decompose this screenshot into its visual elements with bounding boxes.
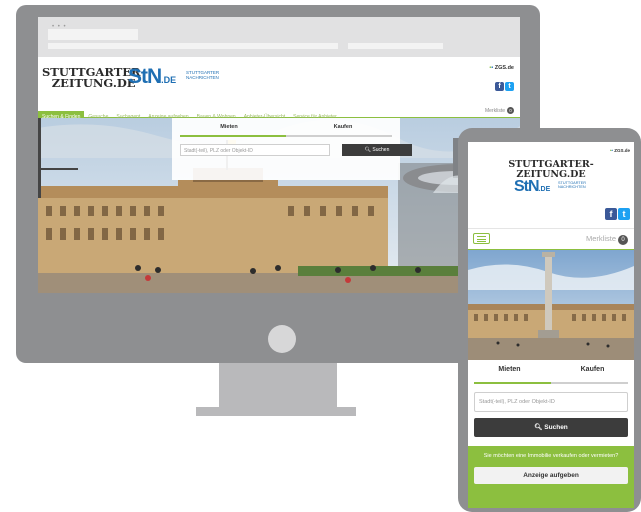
stn-sub-line: NACHRICHTEN xyxy=(558,185,586,189)
menu-line xyxy=(477,241,486,242)
mobile-phone: •• ZGS.de STUTTGARTER- ZEITUNG.DE StN.DE… xyxy=(458,128,641,512)
zgs-link[interactable]: •• ZGS.de xyxy=(610,148,630,153)
tab-kaufen[interactable]: Kaufen xyxy=(286,122,400,132)
menu-line xyxy=(477,236,486,237)
menu-line xyxy=(477,238,486,240)
twitter-icon[interactable]: t xyxy=(618,208,630,220)
merkliste-label: Merkliste xyxy=(585,234,616,243)
main-nav: Suchen & Finden Gesuche Suchagent Anzeige a… xyxy=(38,105,520,123)
monitor-power-indicator xyxy=(268,325,296,353)
search-tabs: Mieten Kaufen xyxy=(468,364,634,384)
browser-tab[interactable] xyxy=(348,43,443,49)
social-links: ft xyxy=(494,75,514,93)
address-bar[interactable] xyxy=(48,29,138,40)
zgs-text: ZGS.de xyxy=(494,65,514,71)
logo-line: ZEITUNG.DE xyxy=(516,168,586,180)
search-button[interactable]: 🔍︎ Suchen xyxy=(474,418,628,437)
zgs-text: ZGS.de xyxy=(614,148,630,153)
stuttgarter-zeitung-logo[interactable]: STUTTGARTER- ZEITUNG.DE xyxy=(468,160,634,179)
phone-notch xyxy=(512,128,576,137)
sell-rent-promo: Sie möchten eine Immobilie verkaufen ode… xyxy=(468,446,634,508)
search-panel: Mieten Kaufen Stadt(-teil), PLZ oder Obj… xyxy=(172,118,412,180)
merkliste-link[interactable]: Merkliste 0 xyxy=(485,105,514,117)
browser-tab[interactable] xyxy=(48,43,338,49)
facebook-icon[interactable]: f xyxy=(605,208,617,220)
twitter-icon[interactable]: t xyxy=(505,82,514,91)
desktop-screen: • • • STUTTGARTER- ZEITUNG.DE StN.DE STU… xyxy=(38,17,520,293)
monitor-stand-neck xyxy=(219,363,337,407)
hamburger-menu-button[interactable] xyxy=(473,233,490,244)
merkliste-link[interactable]: Merkliste 0 xyxy=(586,233,628,245)
search-button-label: Suchen xyxy=(544,424,568,431)
stn-sub-line: NACHRICHTEN xyxy=(186,75,219,80)
stn-logo-sub: STUTTGARTER NACHRICHTEN xyxy=(558,181,586,189)
stn-logo-main: StN xyxy=(128,65,162,88)
zgs-link[interactable]: •• ZGS.de xyxy=(489,65,514,71)
location-search-input[interactable]: Stadt(-teil), PLZ oder Objekt-ID xyxy=(474,392,628,412)
facebook-icon[interactable]: f xyxy=(495,82,504,91)
schlossplatz-column-illustration xyxy=(468,250,634,360)
search-button[interactable]: 🔍︎ Suchen xyxy=(342,144,412,156)
merkliste-count-badge: 0 xyxy=(507,107,514,114)
monitor-stand-foot xyxy=(196,407,356,416)
mobile-screen: •• ZGS.de STUTTGARTER- ZEITUNG.DE StN.DE… xyxy=(468,142,634,508)
browser-bar: • • • xyxy=(38,17,520,57)
tab-kaufen[interactable]: Kaufen xyxy=(551,366,634,373)
post-ad-button[interactable]: Anzeige aufgeben xyxy=(474,467,628,484)
merkliste-label: Merkliste xyxy=(484,108,505,114)
search-tabs: Mieten Kaufen xyxy=(172,122,400,136)
stuttgarter-nachrichten-logo[interactable]: StN.DE STUTTGARTER NACHRICHTEN xyxy=(514,178,586,196)
sell-rent-prompt: Sie möchten eine Immobilie verkaufen ode… xyxy=(483,453,619,459)
search-icon: 🔍︎ xyxy=(364,147,371,153)
stn-logo-de: .DE xyxy=(161,75,177,85)
search-icon: 🔍︎ xyxy=(534,424,543,431)
tab-mieten[interactable]: Mieten xyxy=(468,366,551,373)
stuttgarter-nachrichten-logo[interactable]: StN.DE STUTTGARTER NACHRICHTEN xyxy=(128,65,219,89)
hero-image-schlossplatz xyxy=(468,250,634,360)
active-tab-indicator xyxy=(180,135,286,137)
site-header: STUTTGARTER- ZEITUNG.DE StN.DE STUTTGART… xyxy=(38,57,520,105)
merkliste-count-badge: 0 xyxy=(618,235,628,245)
mobile-nav: Merkliste 0 xyxy=(468,228,634,251)
social-links: ft xyxy=(604,204,630,222)
search-button-label: Suchen xyxy=(372,147,390,153)
location-search-input[interactable]: Stadt(-teil), PLZ oder Objekt-ID xyxy=(180,144,330,156)
stn-logo-de: .DE xyxy=(538,186,551,193)
tab-mieten[interactable]: Mieten xyxy=(172,122,286,132)
stn-logo-main: StN xyxy=(514,178,540,195)
active-tab-indicator xyxy=(474,382,551,384)
stn-logo-sub: STUTTGARTER NACHRICHTEN xyxy=(186,70,219,80)
